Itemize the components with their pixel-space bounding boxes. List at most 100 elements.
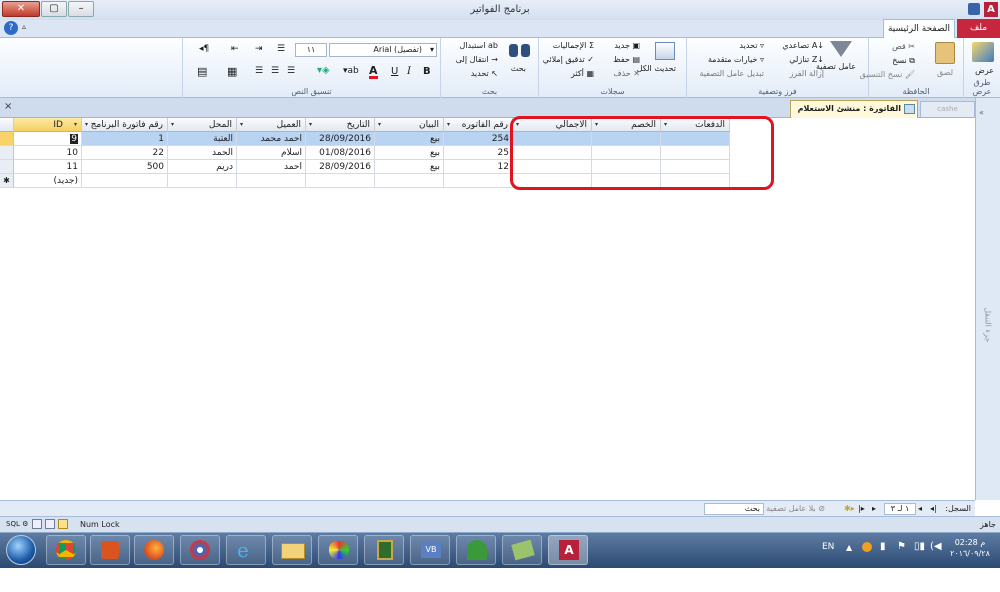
row-selector[interactable] bbox=[0, 160, 14, 174]
view-icon[interactable] bbox=[972, 42, 994, 62]
row-selector[interactable] bbox=[0, 146, 14, 160]
header-id[interactable]: ID ▾ bbox=[14, 118, 82, 132]
new-row-cell-inv_no[interactable] bbox=[444, 174, 513, 188]
tray-device-icon[interactable]: ▮ bbox=[880, 541, 886, 552]
volume-icon[interactable]: ◀) bbox=[930, 541, 942, 552]
refresh-all-button[interactable]: تحديث الكل bbox=[637, 64, 676, 73]
prev-record-icon[interactable]: ◂ bbox=[918, 504, 922, 513]
table-cell-shop[interactable]: العتبة bbox=[168, 132, 237, 146]
next-record-icon[interactable]: ▸ bbox=[872, 504, 876, 513]
bold-icon[interactable]: B bbox=[423, 66, 431, 77]
outdent-icon[interactable]: ⇤ bbox=[231, 44, 239, 54]
taskbar-vb[interactable]: VB bbox=[410, 535, 450, 565]
taskbar-app-swirl[interactable] bbox=[180, 535, 220, 565]
tab-home[interactable]: الصفحة الرئيسية bbox=[883, 19, 955, 38]
new-row-cell-desc[interactable] bbox=[375, 174, 444, 188]
help-icon[interactable]: ? bbox=[4, 21, 18, 35]
table-cell-desc[interactable]: بيع bbox=[375, 132, 444, 146]
start-button[interactable] bbox=[6, 535, 36, 565]
language-indicator[interactable]: EN bbox=[822, 542, 834, 552]
table-cell-inv_no[interactable]: 12 bbox=[444, 160, 513, 174]
taskbar-explorer[interactable] bbox=[272, 535, 312, 565]
column-dropdown-icon[interactable]: ▾ bbox=[378, 118, 381, 131]
font-name-combo[interactable]: Arial (تفصيل) ▾ bbox=[329, 43, 437, 57]
chart-view-icon[interactable] bbox=[45, 519, 55, 529]
table-cell-prog_no[interactable]: 500 bbox=[82, 160, 168, 174]
replace-button[interactable]: ab استبدال bbox=[459, 41, 498, 50]
taskbar-paint[interactable] bbox=[318, 535, 358, 565]
sort-ascending-button[interactable]: ↓A تصاعدي bbox=[782, 41, 824, 50]
taskbar-chrome[interactable] bbox=[46, 535, 86, 565]
table-cell-date[interactable]: 28/09/2016 bbox=[306, 132, 375, 146]
sql-view-icon[interactable]: ⚙ SQL bbox=[6, 520, 28, 528]
filter-status[interactable]: ⊘ بلا عامل تصفية bbox=[766, 504, 825, 513]
new-row-cell-id[interactable]: (جديد) bbox=[14, 174, 82, 188]
table-cell-shop[interactable]: دريم bbox=[168, 160, 237, 174]
font-color-icon[interactable]: A bbox=[369, 65, 378, 79]
rtl-icon[interactable]: ¶◂ bbox=[199, 44, 209, 54]
filter-button[interactable]: عامل تصفية bbox=[816, 62, 856, 71]
spelling-button[interactable]: ✓ تدقيق إملائي bbox=[543, 55, 594, 64]
list-icon[interactable]: ☰ bbox=[277, 44, 285, 54]
row-selector[interactable] bbox=[0, 132, 14, 146]
table-cell-id[interactable]: 11 bbox=[14, 160, 82, 174]
action-center-flag-icon[interactable]: ⚑ bbox=[897, 541, 906, 552]
header-program-invoice-no[interactable]: رقم فاتورة البرنامج ▾ bbox=[82, 118, 168, 132]
taskbar-access[interactable]: A bbox=[548, 535, 588, 565]
header-date[interactable]: التاريخ ▾ bbox=[306, 118, 375, 132]
header-client[interactable]: العميل ▾ bbox=[237, 118, 306, 132]
record-position-field[interactable]: ١ لـ ٣ bbox=[884, 503, 916, 515]
table-cell-client[interactable]: احمد محمد bbox=[237, 132, 306, 146]
font-size-combo[interactable]: ١١ bbox=[295, 43, 327, 57]
new-row-cell-client[interactable] bbox=[237, 174, 306, 188]
minimize-button[interactable]: – bbox=[68, 1, 94, 17]
more-button[interactable]: ▦ أكثر bbox=[571, 69, 594, 78]
new-row-cell-prog_no[interactable] bbox=[82, 174, 168, 188]
table-cell-client[interactable]: اسلام bbox=[237, 146, 306, 160]
table-cell-date[interactable]: 01/08/2016 bbox=[306, 146, 375, 160]
table-cell-date[interactable]: 28/09/2016 bbox=[306, 160, 375, 174]
column-dropdown-icon[interactable]: ▾ bbox=[240, 118, 243, 131]
table-cell-prog_no[interactable]: 1 bbox=[82, 132, 168, 146]
indent-icon[interactable]: ⇥ bbox=[255, 44, 263, 54]
table-cell-desc[interactable]: بيع bbox=[375, 160, 444, 174]
paste-button[interactable]: لصق bbox=[937, 68, 953, 77]
taskbar-mosque-app[interactable] bbox=[456, 535, 496, 565]
record-search-input[interactable]: بحث bbox=[704, 503, 764, 515]
taskbar-media-player[interactable] bbox=[90, 535, 130, 565]
totals-button[interactable]: Σ الإجماليات bbox=[553, 41, 594, 50]
copy-button[interactable]: ⧉ نسخ bbox=[892, 56, 915, 66]
first-record-icon[interactable]: |◂ bbox=[930, 504, 937, 513]
delete-record-button[interactable]: ✕ حذف bbox=[613, 69, 640, 78]
highlight-icon[interactable]: ab▾ bbox=[343, 66, 359, 76]
access-app-icon[interactable]: A bbox=[984, 2, 998, 17]
tab-file[interactable]: ملف bbox=[957, 19, 1000, 38]
sort-descending-button[interactable]: ↓Z تنازلي bbox=[789, 55, 824, 64]
column-dropdown-icon[interactable]: ▾ bbox=[447, 118, 450, 131]
new-row-cell-shop[interactable] bbox=[168, 174, 237, 188]
goto-button[interactable]: → انتقال إلى bbox=[456, 55, 498, 64]
cut-button[interactable]: ✂ قص bbox=[892, 42, 915, 51]
table-cell-client[interactable]: احمد bbox=[237, 160, 306, 174]
header-invoice-no[interactable]: رقم الفاتوره ▾ bbox=[444, 118, 513, 132]
column-dropdown-icon[interactable]: ▾ bbox=[85, 118, 88, 131]
taskbar-notes[interactable] bbox=[502, 535, 542, 565]
close-doc-icon[interactable]: × bbox=[4, 101, 12, 112]
pivot-view-icon[interactable] bbox=[32, 519, 42, 529]
alt-row-color-icon[interactable]: ▤ bbox=[197, 65, 207, 78]
tab-cashe[interactable]: cashe bbox=[920, 101, 975, 117]
view-button[interactable]: عرض bbox=[975, 66, 994, 75]
header-description[interactable]: البيان ▾ bbox=[375, 118, 444, 132]
paste-icon[interactable] bbox=[935, 42, 955, 64]
new-record-nav-icon[interactable]: ▸✱ bbox=[844, 504, 855, 513]
expand-pane-icon[interactable]: » bbox=[979, 108, 984, 117]
new-row-cell-date[interactable] bbox=[306, 174, 375, 188]
select-all-corner[interactable] bbox=[0, 118, 14, 132]
align-center-icon[interactable]: ☰ bbox=[271, 66, 279, 76]
align-right-icon[interactable]: ☰ bbox=[287, 66, 295, 76]
table-cell-prog_no[interactable]: 22 bbox=[82, 146, 168, 160]
navigation-pane[interactable]: » جزء التنقل bbox=[975, 98, 1000, 500]
tray-expand-icon[interactable]: ▲ bbox=[846, 543, 852, 552]
filter-icon[interactable] bbox=[830, 41, 852, 57]
table-cell-desc[interactable]: بيع bbox=[375, 146, 444, 160]
